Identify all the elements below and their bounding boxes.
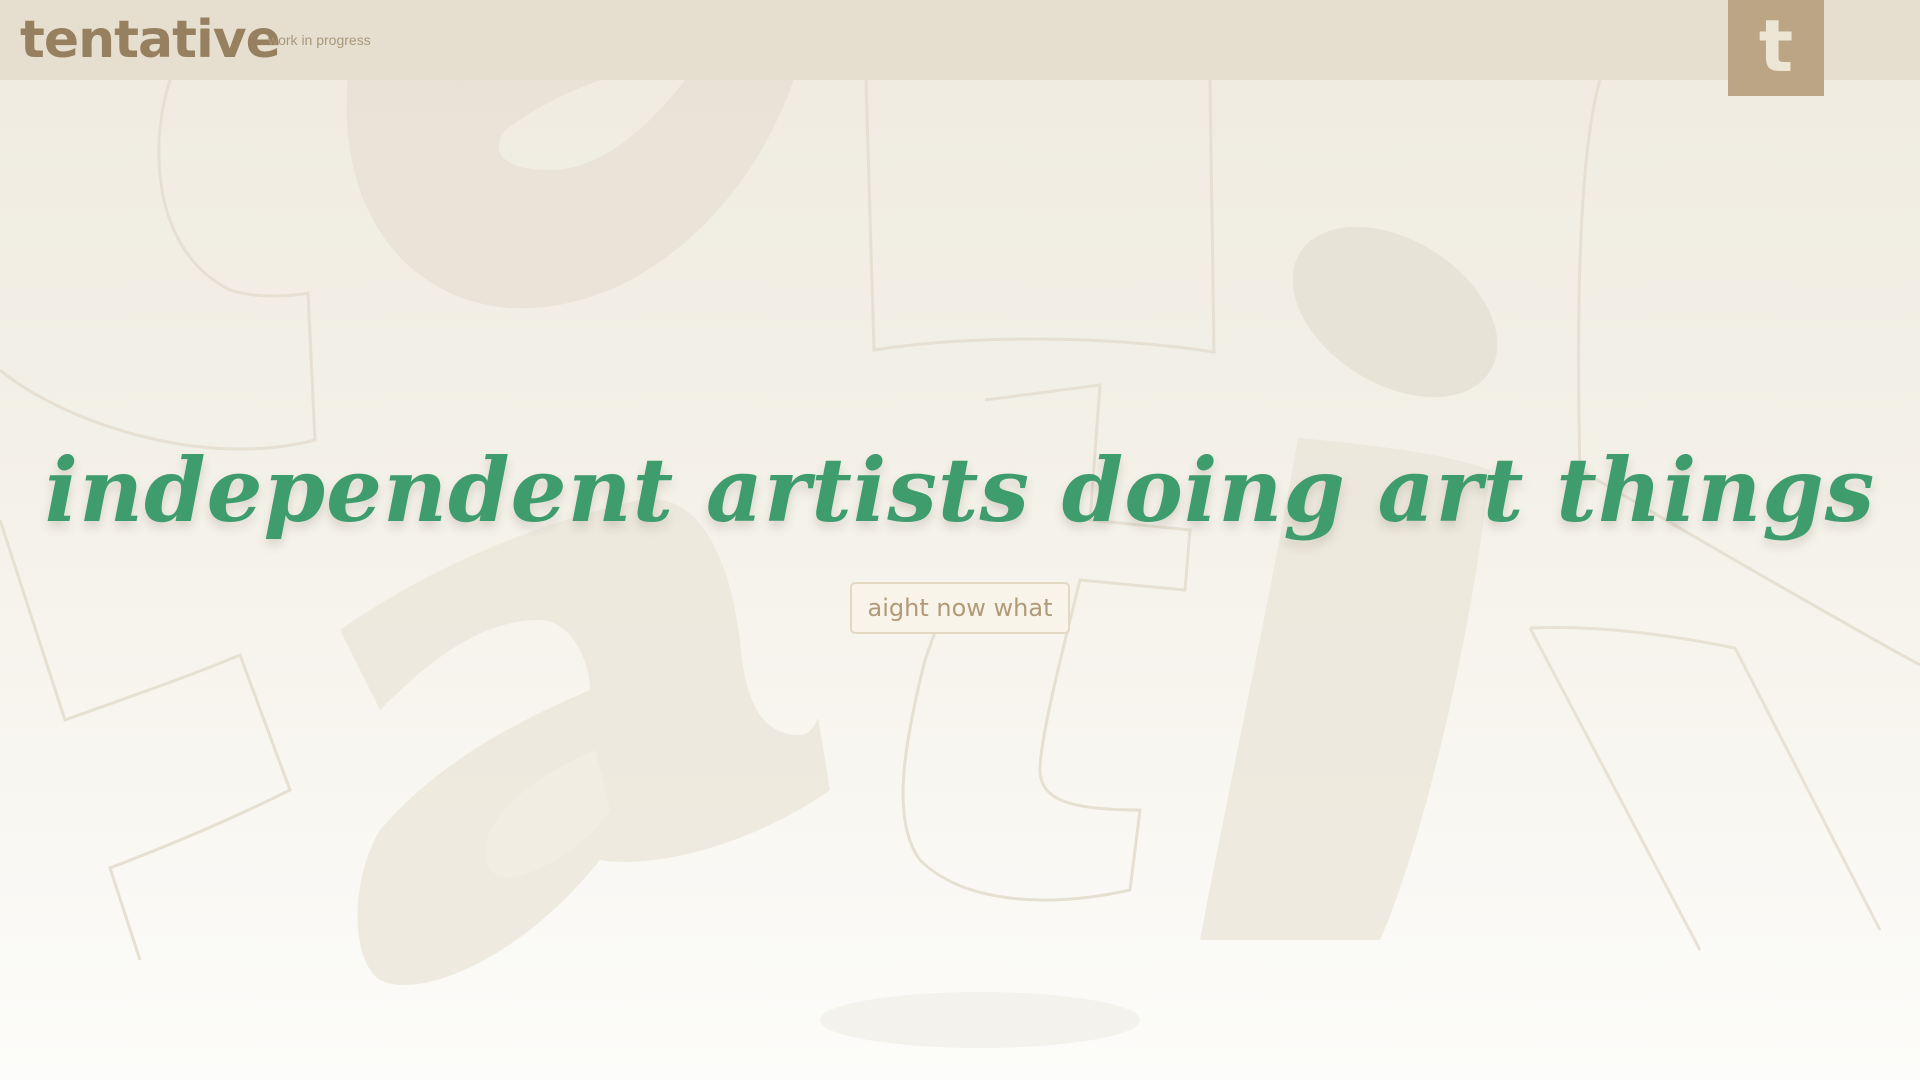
bg-letter-e [346, 60, 800, 309]
site-logo[interactable]: tentative [20, 8, 281, 72]
bg-letter-outline-center [864, 79, 1216, 354]
top-bar: tentative work in progress [0, 0, 1920, 80]
tumblr-icon: t [1758, 4, 1794, 88]
hero-headline: independent artists doing art things [44, 438, 1876, 542]
bg-letter-a [340, 499, 830, 985]
bg-letter-dot [1292, 226, 1498, 398]
site-tagline: work in progress [268, 32, 371, 48]
bg-letter-outline-left [0, 79, 317, 451]
tumblr-button[interactable]: t [1728, 0, 1824, 96]
bg-letter-outline-lowerright [1528, 625, 1882, 951]
aight-now-what-button[interactable]: aight now what [849, 582, 1071, 634]
bg-shadow [820, 992, 1140, 1048]
cta-container: aight now what [0, 582, 1920, 634]
hero-section: independent artists doing art things [0, 430, 1920, 550]
bg-letter-outline-right [1577, 79, 1920, 667]
